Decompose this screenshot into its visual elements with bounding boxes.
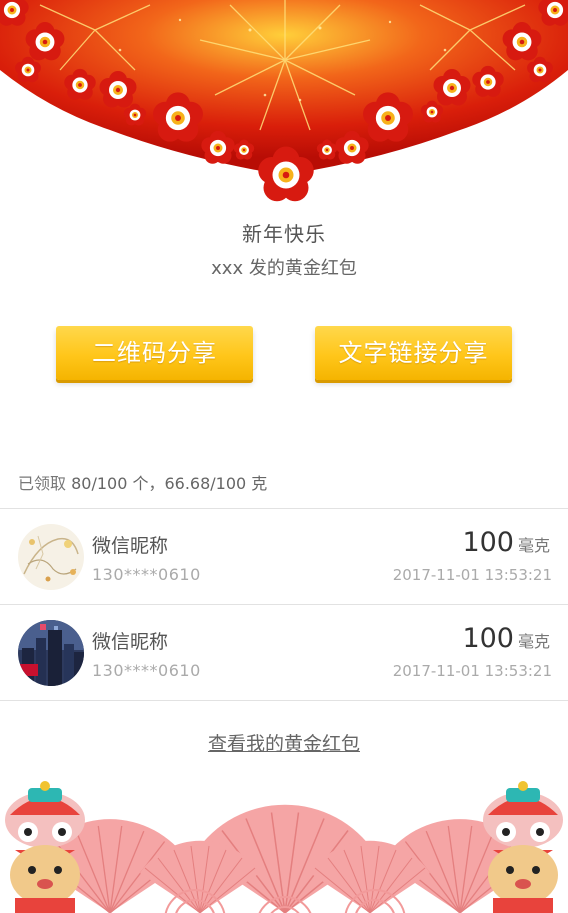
nickname: 微信昵称 — [92, 535, 169, 557]
phone-number: 130****0610 — [92, 661, 201, 680]
amount-unit: 毫克 — [517, 536, 550, 555]
qr-code-share-button[interactable]: 二维码分享 — [56, 326, 253, 380]
text-link-share-button[interactable]: 文字链接分享 — [315, 326, 512, 380]
claim-time: 2017-11-01 13:53:21 — [392, 662, 552, 680]
claim-summary-count: 80/100 个，66.68/100 克 — [71, 474, 268, 493]
festive-bottom-decoration — [0, 780, 568, 913]
list-item[interactable]: 微信昵称 130****0610 100 毫克 2017-11-01 13:53:… — [0, 509, 568, 604]
avatar — [18, 524, 84, 590]
amount-value: 100 — [462, 527, 514, 558]
gold-amount: 100 毫克 — [462, 527, 550, 558]
firework-banner — [0, 0, 568, 205]
list-item[interactable]: 微信昵称 130****0610 100 毫克 2017-11-01 13:53:… — [0, 605, 568, 700]
greeting-title: 新年快乐 — [242, 222, 326, 246]
amount-value: 100 — [462, 623, 514, 654]
claim-summary: 已领取 80/100 个，66.68/100 克 — [18, 470, 267, 494]
avatar — [18, 620, 84, 686]
view-my-red-packets-link[interactable]: 查看我的黄金红包 — [0, 729, 568, 756]
lion-dance-illustration — [5, 781, 563, 913]
amount-unit: 毫克 — [517, 632, 550, 651]
gold-amount: 100 毫克 — [462, 623, 550, 654]
nickname: 微信昵称 — [92, 631, 169, 653]
firework-illustration — [0, 0, 568, 202]
phone-number: 130****0610 — [92, 565, 201, 584]
divider — [0, 700, 568, 701]
claim-time: 2017-11-01 13:53:21 — [392, 566, 552, 584]
sender-subtitle: xxx 发的黄金红包 — [211, 258, 357, 279]
claim-summary-label: 已领取 — [18, 474, 67, 493]
